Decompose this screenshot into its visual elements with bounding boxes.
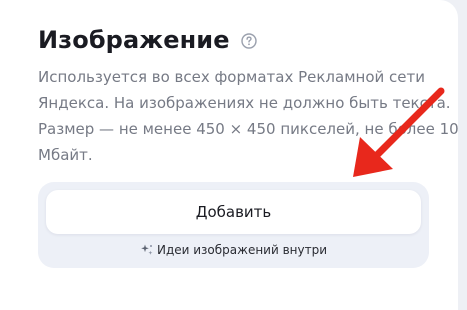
description-line: Используется во всех форматах Рекламной … <box>38 68 425 86</box>
image-ideas-link[interactable]: Идеи изображений внутри <box>38 243 429 257</box>
help-circle-icon[interactable] <box>240 33 257 49</box>
section-header: Изображение <box>38 26 257 54</box>
description-line: Яндекса. На изображениях не должно быть … <box>38 94 451 112</box>
section-title: Изображение <box>38 26 230 54</box>
image-ideas-label: Идеи изображений внутри <box>156 243 328 257</box>
image-upload-card: Изображение Используется во всех формата… <box>0 0 459 310</box>
description-line: Размер — не менее 450 × 450 пикселей, не… <box>38 120 459 138</box>
add-image-button[interactable]: Добавить <box>46 190 421 234</box>
upload-zone[interactable]: Добавить Идеи изображений внутри <box>38 182 429 268</box>
sparkle-icon <box>140 243 154 257</box>
section-description: Используется во всех форматах Рекламной … <box>38 64 459 168</box>
description-line: Мбайт. <box>38 146 93 164</box>
